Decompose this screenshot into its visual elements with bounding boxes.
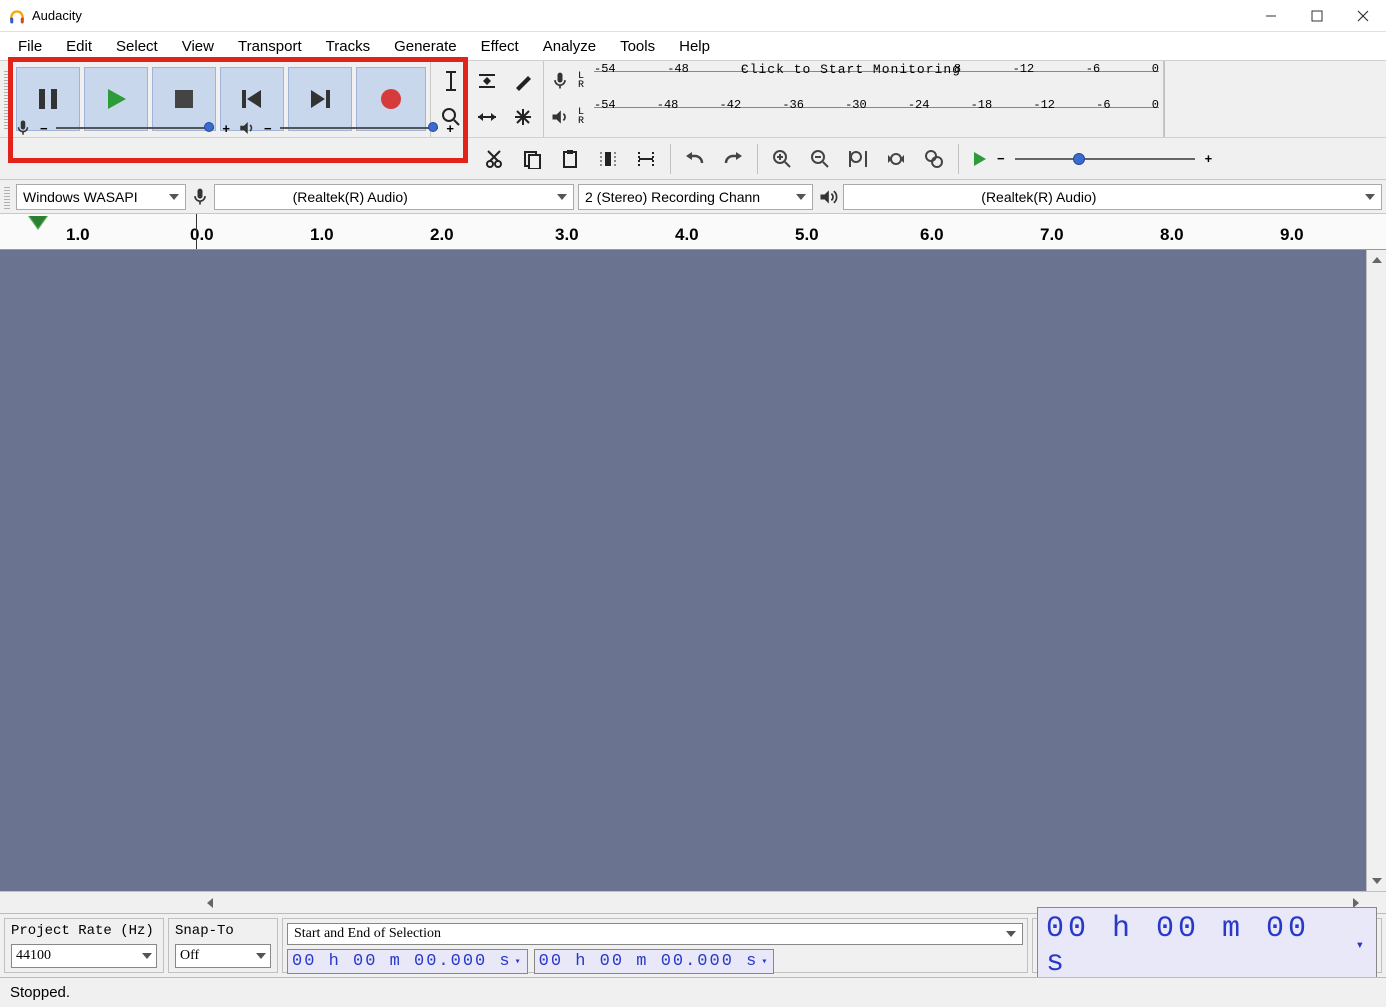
window-title: Audacity	[32, 8, 82, 23]
device-grip[interactable]	[4, 185, 10, 209]
rec-meter-lr: LR	[578, 72, 584, 90]
selection-toolbar: Project Rate (Hz) 44100 Snap-To Off Star…	[0, 913, 1386, 977]
scroll-down-icon[interactable]	[1367, 871, 1386, 891]
vertical-scrollbar[interactable]	[1366, 250, 1386, 891]
fit-selection-button[interactable]	[840, 141, 876, 177]
chevron-down-icon	[142, 953, 152, 959]
snap-to-combo[interactable]: Off	[175, 944, 271, 968]
mic-device-icon	[190, 187, 210, 207]
selection-start-time[interactable]: 00 h 00 m 00.000 s▾	[287, 949, 528, 974]
device-toolbar: Windows WASAPI (Realtek(R) Audio) 2 (Ste…	[0, 180, 1386, 214]
paste-button[interactable]	[552, 141, 588, 177]
edit-toolbar-row: − +	[0, 138, 1386, 180]
chevron-down-icon	[1365, 194, 1375, 200]
selection-end-time[interactable]: 00 h 00 m 00.000 s▾	[534, 949, 775, 974]
playback-meter[interactable]: -54 -48 -42 -36 -30 -24 -18 -12 -6 0	[594, 107, 1159, 127]
statusbar: Stopped.	[0, 977, 1386, 1007]
track-area[interactable]	[0, 250, 1366, 891]
transport-toolbar: − + − +	[0, 61, 431, 137]
speed-minus: −	[997, 151, 1005, 166]
rec-vol-minus: −	[40, 121, 48, 136]
menu-edit[interactable]: Edit	[54, 36, 104, 57]
speed-plus: +	[1205, 151, 1213, 166]
chevron-down-icon	[796, 194, 806, 200]
menu-tools[interactable]: Tools	[608, 36, 667, 57]
menu-transport[interactable]: Transport	[226, 36, 314, 57]
toolbar-grip[interactable]	[4, 69, 10, 129]
playhead-marker[interactable]	[28, 216, 48, 230]
timeshift-tool-button[interactable]	[469, 99, 505, 135]
rec-meter-hint[interactable]: Click to Start Monitoring	[741, 62, 961, 77]
recording-channels-combo[interactable]: 2 (Stereo) Recording Chann	[578, 184, 813, 210]
maximize-button[interactable]	[1294, 0, 1340, 32]
recording-volume-slider[interactable]	[56, 125, 215, 131]
rec-vol-plus: +	[222, 121, 230, 136]
cursor-line	[196, 214, 197, 250]
recording-meter[interactable]: LR -54 -48 - 8 -12 -6 0 Click to Start M…	[544, 61, 1164, 137]
minimize-button[interactable]	[1248, 0, 1294, 32]
draw-tool-button[interactable]	[505, 63, 541, 99]
selection-panel: Start and End of Selection 00 h 00 m 00.…	[282, 918, 1028, 973]
close-button[interactable]	[1340, 0, 1386, 32]
window-controls	[1248, 0, 1386, 32]
menu-select[interactable]: Select	[104, 36, 170, 57]
project-rate-label: Project Rate (Hz)	[11, 923, 157, 939]
zoom-toggle-button[interactable]	[916, 141, 952, 177]
speaker-meter-icon[interactable]	[548, 105, 572, 129]
undo-button[interactable]	[677, 141, 713, 177]
speaker-icon	[238, 119, 256, 137]
zoom-out-button[interactable]	[802, 141, 838, 177]
audio-position-panel: 00 h 00 m 00 s▾	[1032, 918, 1382, 973]
menu-help[interactable]: Help	[667, 36, 722, 57]
scroll-up-icon[interactable]	[1367, 250, 1386, 270]
multi-tool-button[interactable]	[505, 99, 541, 135]
selection-mode-combo[interactable]: Start and End of Selection	[287, 923, 1023, 945]
audio-host-combo[interactable]: Windows WASAPI	[16, 184, 186, 210]
snap-to-label: Snap-To	[175, 923, 271, 939]
volume-sliders: − + − +	[14, 117, 454, 139]
cut-button[interactable]	[476, 141, 512, 177]
envelope-tool-button[interactable]	[469, 63, 505, 99]
zoom-in-button[interactable]	[764, 141, 800, 177]
menu-analyze[interactable]: Analyze	[531, 36, 608, 57]
play-at-speed-button[interactable]	[965, 144, 995, 174]
play-vol-minus: −	[264, 121, 272, 136]
titlebar: Audacity	[0, 0, 1386, 32]
mic-icon	[14, 119, 32, 137]
chevron-down-icon	[169, 194, 179, 200]
project-rate-combo[interactable]: 44100	[11, 944, 157, 968]
chevron-down-icon	[256, 953, 266, 959]
silence-button[interactable]	[628, 141, 664, 177]
menu-effect[interactable]: Effect	[469, 36, 531, 57]
timeline-ruler[interactable]: 1.0 0.0 1.0 2.0 3.0 4.0 5.0 6.0 7.0 8.0 …	[0, 214, 1386, 250]
menu-generate[interactable]: Generate	[382, 36, 469, 57]
playback-device-combo[interactable]: (Realtek(R) Audio)	[843, 184, 1382, 210]
menu-tracks[interactable]: Tracks	[314, 36, 382, 57]
main-toolbar-row: − + − + LR -54	[0, 60, 1386, 138]
selection-tool-button[interactable]	[433, 63, 469, 99]
trim-button[interactable]	[590, 141, 626, 177]
recording-device-combo[interactable]: (Realtek(R) Audio)	[214, 184, 574, 210]
mic-meter-icon[interactable]	[548, 69, 572, 93]
status-text: Stopped.	[10, 984, 70, 1001]
chevron-down-icon	[557, 194, 567, 200]
menu-file[interactable]: File	[6, 36, 54, 57]
snap-to-panel: Snap-To Off	[168, 918, 278, 973]
audio-position-time[interactable]: 00 h 00 m 00 s▾	[1037, 907, 1377, 985]
redo-button[interactable]	[715, 141, 751, 177]
play-vol-plus: +	[446, 121, 454, 136]
menubar: File Edit Select View Transport Tracks G…	[0, 32, 1386, 60]
menu-view[interactable]: View	[170, 36, 226, 57]
copy-button[interactable]	[514, 141, 550, 177]
scroll-left-icon[interactable]	[200, 898, 220, 908]
playback-volume-slider[interactable]	[280, 125, 439, 131]
play-meter-lr: LR	[578, 108, 584, 126]
playback-speed-slider[interactable]	[1015, 149, 1195, 169]
fit-project-button[interactable]	[878, 141, 914, 177]
project-rate-panel: Project Rate (Hz) 44100	[4, 918, 164, 973]
chevron-down-icon	[1006, 931, 1016, 937]
app-icon	[8, 7, 26, 25]
speaker-device-icon	[817, 187, 839, 207]
